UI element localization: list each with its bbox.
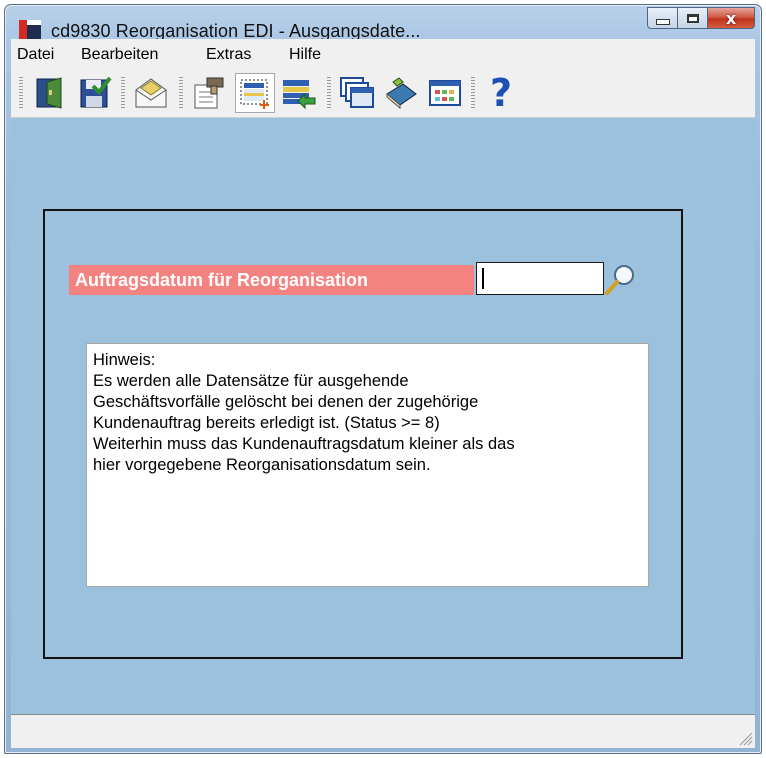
caption-buttons: x	[647, 7, 755, 29]
grid-button[interactable]	[425, 73, 465, 113]
new-record-button[interactable]	[235, 73, 275, 113]
close-icon: x	[725, 8, 737, 28]
lookup-button[interactable]	[604, 262, 638, 296]
hint-line: Geschäftsvorfälle gelöscht bei denen der…	[93, 393, 479, 411]
toolbar-grip[interactable]	[19, 77, 23, 109]
toolbar-separator	[121, 77, 125, 109]
close-button[interactable]: x	[707, 7, 755, 29]
menu-extras[interactable]: Extras	[206, 46, 251, 64]
save-check-icon	[80, 76, 112, 108]
client-area: Datei Bearbeiten Extras Hilfe ? Auftrags…	[11, 39, 755, 748]
grid-table-icon	[429, 80, 461, 106]
maximize-button[interactable]	[677, 7, 707, 29]
book-icon	[386, 77, 417, 110]
text-caret	[482, 268, 484, 289]
help-button[interactable]: ?	[481, 73, 521, 113]
new-record-icon	[240, 79, 269, 109]
windows-button[interactable]	[337, 73, 377, 113]
menu-bar: Datei Bearbeiten Extras Hilfe	[11, 39, 755, 69]
windows-stack-icon	[340, 77, 374, 108]
hint-line: hier vorgegebene Reorganisationsdatum se…	[93, 456, 431, 474]
hint-title: Hinweis:	[93, 351, 156, 369]
exit-button[interactable]	[31, 73, 71, 113]
hint-box: Hinweis: Es werden alle Datensätze für a…	[86, 343, 649, 587]
status-bar	[11, 714, 755, 748]
minimize-button[interactable]	[647, 7, 677, 29]
menu-bearbeiten[interactable]: Bearbeiten	[81, 46, 158, 64]
hint-line: Weiterhin muss das Kundenauftragsdatum k…	[93, 435, 515, 453]
date-input[interactable]	[476, 262, 604, 295]
save-button[interactable]	[75, 73, 115, 113]
toolbar-separator-2	[179, 77, 183, 109]
minimize-icon	[655, 19, 670, 25]
hint-line: Es werden alle Datensätze für ausgehende	[93, 372, 409, 390]
hint-line: Kundenauftrag bereits erledigt ist. (Sta…	[93, 414, 440, 432]
toolbar-separator-4	[471, 77, 475, 109]
menu-datei[interactable]: Datei	[17, 46, 54, 64]
edit-document-icon	[194, 77, 224, 109]
maximize-icon	[686, 13, 699, 23]
menu-hilfe[interactable]: Hilfe	[289, 46, 321, 64]
content-area: Auftragsdatum für Reorganisation Hinweis…	[11, 118, 755, 714]
exit-door-icon	[36, 77, 62, 109]
toolbar: ?	[11, 69, 755, 118]
edit-button[interactable]	[189, 73, 229, 113]
transfer-button[interactable]	[279, 73, 319, 113]
date-label: Auftragsdatum für Reorganisation	[69, 265, 474, 295]
book-button[interactable]	[381, 73, 421, 113]
application-window: cd9830 Reorganisation EDI - Ausgangsdate…	[4, 4, 762, 754]
mail-button[interactable]	[131, 73, 171, 113]
resize-grip-icon[interactable]	[735, 728, 753, 746]
magnifier-icon	[605, 265, 634, 295]
toolbar-separator-3	[327, 77, 331, 109]
envelope-icon	[135, 78, 167, 108]
help-icon: ?	[489, 71, 513, 115]
transfer-list-icon	[283, 80, 316, 110]
